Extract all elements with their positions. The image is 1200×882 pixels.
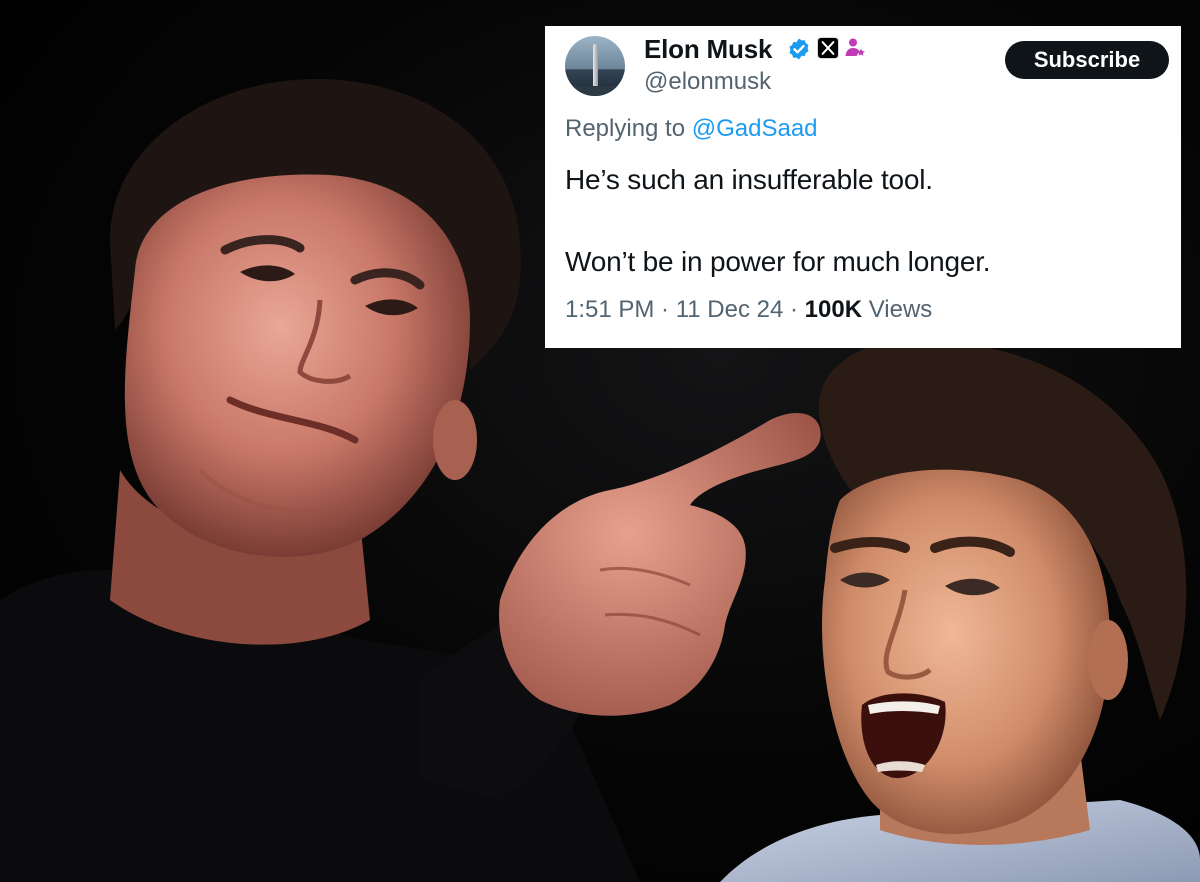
views-label: Views	[862, 296, 933, 323]
tweet-date[interactable]: 11 Dec 24	[676, 296, 784, 323]
verified-badge-icon	[789, 38, 809, 60]
tweet-text-line-2: Won’t be in power for much longer.	[565, 246, 991, 277]
tweet-time[interactable]: 1:51 PM	[565, 296, 654, 323]
display-name[interactable]: Elon Musk	[644, 34, 772, 65]
tweet-text-line-1: He’s such an insufferable tool.	[565, 164, 933, 195]
subscribe-button[interactable]: Subscribe	[1005, 41, 1169, 79]
user-handle[interactable]: @elonmusk	[644, 68, 771, 96]
replying-to-link[interactable]: @GadSaad	[692, 115, 818, 142]
affiliate-badge-icon	[845, 38, 865, 56]
meta-separator: ·	[654, 296, 676, 323]
x-logo-icon	[817, 37, 839, 59]
views-count: 100K	[804, 296, 863, 323]
meta-separator: ·	[783, 296, 805, 323]
avatar[interactable]	[565, 36, 625, 96]
replying-to-line: Replying to @GadSaad	[565, 115, 818, 143]
tweet-card[interactable]: Elon Musk @elonmusk Subscribe Replying t…	[545, 26, 1181, 348]
avatar-ground	[565, 86, 625, 96]
tweet-metadata: 1:51 PM · 11 Dec 24 · 100K Views	[565, 296, 932, 324]
rocket-avatar-icon	[593, 44, 598, 88]
replying-prefix: Replying to	[565, 115, 692, 142]
